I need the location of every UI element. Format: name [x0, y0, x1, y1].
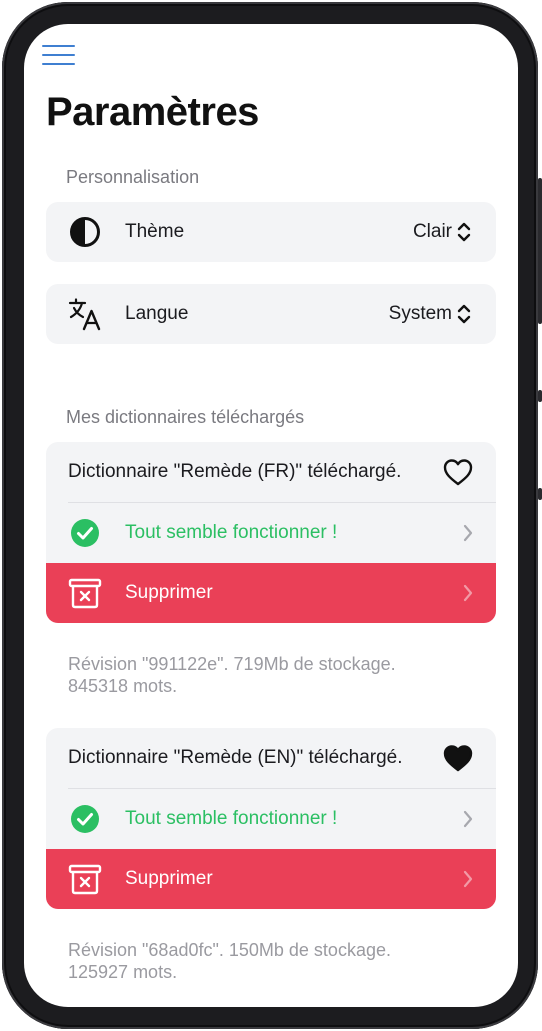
- chevron-right-icon: [463, 584, 473, 602]
- status-row[interactable]: Tout semble fonctionner !: [46, 503, 496, 563]
- heart-outline-icon[interactable]: [442, 457, 474, 487]
- up-down-chevron-icon: [457, 304, 471, 324]
- power-button: [538, 488, 542, 500]
- up-down-chevron-icon: [457, 222, 471, 242]
- delete-button[interactable]: Supprimer: [46, 563, 496, 623]
- status-text: Tout semble fonctionner !: [125, 522, 338, 543]
- delete-button[interactable]: Supprimer: [46, 849, 496, 909]
- language-setting[interactable]: Langue System: [46, 284, 496, 344]
- dictionary-title: Dictionnaire "Remède (FR)" téléchargé.: [68, 461, 402, 482]
- volume-button: [538, 178, 542, 324]
- dictionary-revision-info: Révision "68ad0fc". 150Mb de stockage. 1…: [68, 939, 468, 983]
- status-text: Tout semble fonctionner !: [125, 808, 338, 829]
- status-row[interactable]: Tout semble fonctionner !: [46, 789, 496, 849]
- app-screen: Paramètres Personnalisation Thème Clair: [24, 24, 518, 1007]
- theme-label: Thème: [125, 221, 185, 242]
- menu-icon[interactable]: [42, 45, 75, 65]
- page-title: Paramètres: [46, 90, 259, 134]
- chevron-right-icon: [463, 870, 473, 888]
- language-label: Langue: [125, 303, 189, 324]
- dictionary-card-fr: Dictionnaire "Remède (FR)" téléchargé. T…: [46, 442, 496, 623]
- theme-value[interactable]: Clair: [413, 221, 452, 243]
- section-label-dictionaries: Mes dictionnaires téléchargés: [66, 407, 305, 427]
- section-label-personalisation: Personnalisation: [66, 167, 200, 187]
- chevron-right-icon: [463, 810, 473, 828]
- translate-icon: [68, 297, 102, 331]
- chevron-right-icon: [463, 524, 473, 542]
- heart-filled-icon[interactable]: [442, 743, 474, 773]
- contrast-icon: [68, 215, 102, 249]
- side-button: [538, 390, 542, 402]
- dictionary-card-en: Dictionnaire "Remède (EN)" téléchargé. T…: [46, 728, 496, 909]
- delete-label: Supprimer: [125, 582, 213, 603]
- trash-box-icon: [68, 862, 102, 896]
- revision-line: Révision "68ad0fc". 150Mb de stockage.: [68, 940, 391, 960]
- check-circle-icon: [68, 516, 102, 550]
- theme-setting[interactable]: Thème Clair: [46, 202, 496, 262]
- language-value[interactable]: System: [389, 303, 452, 325]
- phone-frame: Paramètres Personnalisation Thème Clair: [0, 0, 542, 1031]
- check-circle-icon: [68, 802, 102, 836]
- revision-line: Révision "991122e". 719Mb de stockage.: [68, 654, 396, 674]
- word-count-line: 125927 mots.: [68, 962, 178, 982]
- trash-box-icon: [68, 576, 102, 610]
- dictionary-revision-info: Révision "991122e". 719Mb de stockage. 8…: [68, 653, 468, 697]
- word-count-line: 845318 mots.: [68, 676, 178, 696]
- dictionary-title: Dictionnaire "Remède (EN)" téléchargé.: [68, 747, 403, 768]
- delete-label: Supprimer: [125, 868, 213, 889]
